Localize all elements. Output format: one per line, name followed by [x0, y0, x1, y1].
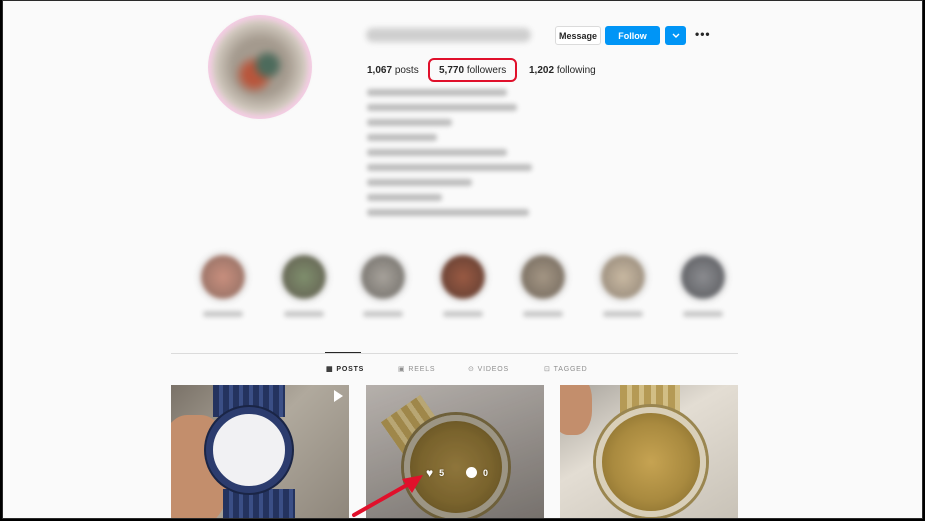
- posts-label: posts: [394, 65, 419, 76]
- tabs-divider: [171, 353, 738, 354]
- story-highlight[interactable]: [677, 251, 729, 317]
- reel-play-icon: [334, 390, 343, 402]
- tab-label: REELS: [408, 365, 436, 373]
- comment-icon: [466, 467, 477, 478]
- profile-page: Message Follow ••• 1,067 posts 5,770 fol…: [2, 0, 923, 519]
- profile-avatar[interactable]: [208, 15, 312, 119]
- story-highlight[interactable]: [278, 251, 330, 317]
- message-button[interactable]: Message: [555, 26, 601, 45]
- avatar-image: [212, 19, 308, 115]
- post-tile[interactable]: [171, 385, 349, 518]
- follow-button[interactable]: Follow: [605, 26, 660, 45]
- story-highlight[interactable]: [197, 251, 249, 317]
- arrow-annotation-icon: [352, 475, 423, 517]
- likes-count: ♥ 5: [426, 466, 445, 480]
- story-highlight[interactable]: [517, 251, 569, 317]
- watch-image: [596, 407, 706, 517]
- username-blurred: [366, 28, 531, 42]
- watch-image: [206, 407, 292, 493]
- chevron-down-icon: [672, 33, 679, 38]
- suggested-accounts-button[interactable]: [665, 26, 686, 45]
- tab-reels[interactable]: ▣ REELS: [398, 365, 436, 374]
- story-highlight[interactable]: [437, 251, 489, 317]
- comments-count: 0: [466, 467, 488, 478]
- active-tab-indicator: [325, 352, 361, 353]
- followers-highlight-annotation: [428, 58, 517, 82]
- tab-videos[interactable]: ⊙ VIDEOS: [468, 365, 509, 374]
- following-count: 1,202: [529, 65, 555, 76]
- tab-label: POSTS: [336, 365, 365, 373]
- tab-tagged[interactable]: ⊡ TAGGED: [544, 365, 588, 374]
- tab-posts[interactable]: ▦ POSTS: [326, 365, 365, 374]
- story-highlight[interactable]: [357, 251, 409, 317]
- posts-count: 1,067: [367, 65, 393, 76]
- following-label: following: [556, 65, 596, 76]
- bio-blurred: [367, 89, 532, 224]
- tab-label: VIDEOS: [477, 365, 509, 373]
- video-icon: ⊙: [468, 366, 475, 373]
- tab-label: TAGGED: [553, 365, 588, 373]
- more-options-icon[interactable]: •••: [695, 27, 711, 41]
- following-stat[interactable]: 1,202 following: [529, 65, 596, 76]
- story-highlight[interactable]: [597, 251, 649, 317]
- reels-icon: ▣: [398, 366, 406, 373]
- tagged-icon: ⊡: [544, 366, 551, 373]
- posts-stat: 1,067 posts: [367, 65, 419, 76]
- grid-icon: ▦: [326, 366, 334, 373]
- post-tile[interactable]: [560, 385, 738, 518]
